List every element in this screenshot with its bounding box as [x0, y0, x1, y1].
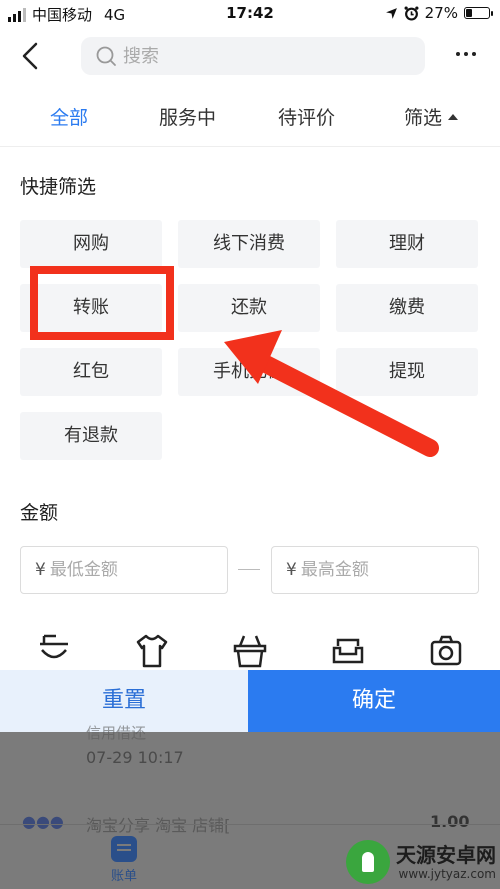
watermark-name: 天源安卓网: [396, 843, 496, 867]
currency-symbol: ¥: [286, 560, 297, 580]
sofa-icon[interactable]: [330, 632, 366, 668]
status-right: 27%: [385, 4, 493, 22]
chip-online-shopping[interactable]: 网购: [20, 220, 162, 268]
battery-percent: 27%: [424, 4, 458, 22]
alarm-icon: [404, 6, 419, 20]
chip-red-packet[interactable]: 红包: [20, 348, 162, 396]
tab-all[interactable]: 全部: [50, 96, 88, 140]
watermark-url: www.jytyaz.com: [398, 867, 497, 881]
tab-filter-label: 筛选: [404, 107, 443, 129]
chip-wealth-management[interactable]: 理财: [336, 220, 478, 268]
merchant-logo: ●●●: [22, 812, 64, 831]
chip-offline-consumption[interactable]: 线下消费: [178, 220, 320, 268]
amount-title: 金额: [20, 502, 59, 524]
quick-filter-title: 快捷筛选: [20, 176, 97, 198]
camera-icon[interactable]: [428, 632, 464, 668]
min-amount-input[interactable]: [49, 560, 200, 580]
tab-to-review[interactable]: 待评价: [278, 96, 335, 140]
chevron-left-icon: [22, 42, 38, 70]
chip-mobile-topup[interactable]: 手机充值: [178, 348, 320, 396]
max-amount-field[interactable]: ¥: [271, 546, 479, 594]
caret-up-icon: [448, 113, 459, 120]
chip-payment[interactable]: 缴费: [336, 284, 478, 332]
chip-withdraw[interactable]: 提现: [336, 348, 478, 396]
more-options-button[interactable]: [456, 52, 476, 56]
back-button[interactable]: [16, 38, 46, 74]
watermark: 天源安卓网 www.jytyaz.com: [346, 840, 496, 884]
tab-in-service[interactable]: 服务中: [159, 96, 216, 140]
filter-tabs: 全部 服务中 待评价 筛选: [0, 96, 500, 140]
record-title: 信用借还: [86, 724, 147, 742]
dot-icon: [464, 52, 468, 56]
search-icon: [96, 46, 116, 66]
shopping-basket-icon[interactable]: [232, 632, 268, 668]
search-bar[interactable]: [81, 37, 425, 75]
android-logo-icon: [346, 840, 390, 884]
min-amount-field[interactable]: ¥: [20, 546, 228, 594]
dot-icon: [456, 52, 460, 56]
bottom-tab-label: 账单: [110, 869, 137, 884]
dot-icon: [472, 52, 476, 56]
bottom-bar-divider: [0, 824, 500, 825]
location-icon: [385, 7, 397, 19]
annotation-highlight-box: [30, 266, 174, 340]
range-dash: [238, 569, 260, 570]
battery-icon: [464, 7, 493, 19]
chip-repayment[interactable]: 还款: [178, 284, 320, 332]
nav-bar: [0, 28, 500, 84]
divider: [0, 146, 500, 147]
currency-symbol: ¥: [35, 560, 46, 580]
clothing-icon[interactable]: [134, 632, 170, 668]
tab-filter[interactable]: 筛选: [404, 96, 459, 140]
max-amount-input[interactable]: [300, 560, 451, 580]
bill-icon: [111, 836, 137, 862]
chip-refund[interactable]: 有退款: [20, 412, 162, 460]
search-input[interactable]: [123, 45, 403, 67]
record-time: 07-29 10:17: [86, 748, 184, 767]
bottom-tab-bill[interactable]: 账单: [96, 836, 152, 884]
record-amount: 1.00: [430, 812, 470, 831]
confirm-button[interactable]: 确定: [248, 670, 500, 732]
status-bar: 中国移动 4G 17:42 27%: [0, 0, 500, 28]
food-icon[interactable]: [36, 632, 72, 668]
